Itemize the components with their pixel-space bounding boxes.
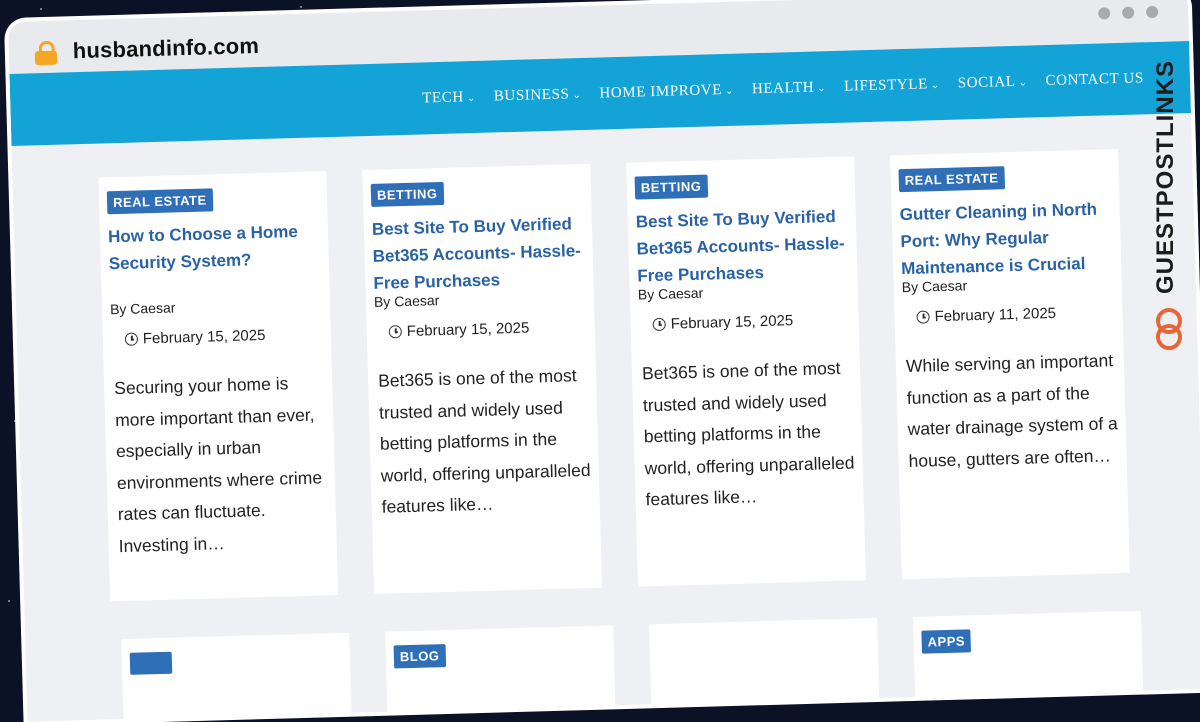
chevron-down-icon: ⌄ xyxy=(817,83,827,95)
post-title[interactable]: Best Site To Buy Verified Bet365 Account… xyxy=(372,210,586,297)
post-author[interactable]: By Caesar xyxy=(902,277,968,295)
lock-icon xyxy=(34,40,58,66)
clock-icon xyxy=(388,325,402,339)
brand-name: GUESTPOSTLINKS xyxy=(1152,60,1179,295)
clock-icon xyxy=(652,317,666,332)
category-badge[interactable]: REAL ESTATE xyxy=(898,166,1005,193)
category-badge[interactable]: BETTING xyxy=(370,181,444,207)
chevron-down-icon: ⌄ xyxy=(466,92,477,105)
nav-item-contact-us[interactable]: CONTACT US xyxy=(1045,70,1144,90)
post-card: BETTING Best Site To Buy Verified Bet365… xyxy=(626,156,866,587)
nav-item-business[interactable]: BUSINESS ⌄ xyxy=(494,86,582,105)
post-author[interactable]: By Caesar xyxy=(638,285,704,303)
category-badge[interactable]: BETTING xyxy=(634,174,708,200)
nav-item-health[interactable]: HEALTH ⌄ xyxy=(752,79,827,98)
post-date: February 15, 2025 xyxy=(124,327,266,348)
post-title[interactable]: Best Site To Buy Verified Bet365 Account… xyxy=(635,203,849,290)
post-date: February 15, 2025 xyxy=(652,312,793,333)
post-card: APPS xyxy=(912,610,1144,707)
nav-item-home-improve[interactable]: HOME IMPROVE ⌄ xyxy=(599,82,734,103)
post-card xyxy=(649,617,880,715)
window-controls xyxy=(1098,5,1159,20)
post-card: REAL ESTATE Gutter Cleaning in North Por… xyxy=(890,149,1130,580)
post-grid: REAL ESTATE How to Choose a Home Securit… xyxy=(98,149,1130,602)
post-card xyxy=(121,632,352,722)
nav-item-lifestyle[interactable]: LIFESTYLE ⌄ xyxy=(844,76,940,96)
post-author[interactable]: By Caesar xyxy=(110,299,176,317)
nav-item-social[interactable]: SOCIAL ⌄ xyxy=(958,74,1028,93)
main-nav: TECH ⌄ BUSINESS ⌄ HOME IMPROVE ⌄ HEALTH ⌄ LI… xyxy=(422,70,1144,107)
chevron-down-icon: ⌄ xyxy=(1018,77,1028,89)
window-dot-icon[interactable] xyxy=(1146,5,1159,19)
clock-icon xyxy=(124,332,139,346)
post-excerpt: Securing your home is more important tha… xyxy=(113,373,323,556)
chevron-down-icon: ⌄ xyxy=(724,85,735,98)
post-grid-next-row: BLOG APPS xyxy=(121,610,1144,722)
post-excerpt: While serving an important function as a… xyxy=(905,350,1119,471)
category-badge[interactable]: APPS xyxy=(921,629,972,654)
brand-watermark: GUESTPOSTLINKS xyxy=(1142,60,1200,370)
category-badge[interactable]: REAL ESTATE xyxy=(106,188,213,215)
post-card: BLOG xyxy=(385,625,616,722)
post-excerpt: Bet365 is one of the most trusted and wi… xyxy=(641,357,855,510)
browser-window: husbandinfo.com TECH ⌄ BUSINESS ⌄ HOME IMP… xyxy=(8,0,1200,722)
category-badge[interactable]: BLOG xyxy=(393,644,446,669)
window-dot-icon[interactable] xyxy=(1122,6,1135,19)
nav-item-tech[interactable]: TECH ⌄ xyxy=(422,89,476,107)
chevron-down-icon: ⌄ xyxy=(930,80,941,92)
post-title[interactable]: How to Choose a Home Security System? xyxy=(108,217,321,277)
post-card: BETTING Best Site To Buy Verified Bet365… xyxy=(362,163,603,595)
post-title[interactable]: Gutter Cleaning in North Port: Why Regul… xyxy=(899,195,1113,282)
post-card: REAL ESTATE How to Choose a Home Securit… xyxy=(98,171,339,602)
url-text[interactable]: husbandinfo.com xyxy=(72,33,259,64)
chain-link-icon xyxy=(1156,308,1182,352)
post-date: February 11, 2025 xyxy=(916,305,1056,326)
post-author[interactable]: By Caesar xyxy=(374,292,440,310)
post-excerpt: Bet365 is one of the most trusted and wi… xyxy=(377,365,591,517)
clock-icon xyxy=(916,310,930,324)
category-badge[interactable] xyxy=(129,651,173,675)
window-dot-icon[interactable] xyxy=(1098,7,1111,20)
post-date: February 15, 2025 xyxy=(388,320,530,341)
chevron-down-icon: ⌄ xyxy=(572,90,582,102)
